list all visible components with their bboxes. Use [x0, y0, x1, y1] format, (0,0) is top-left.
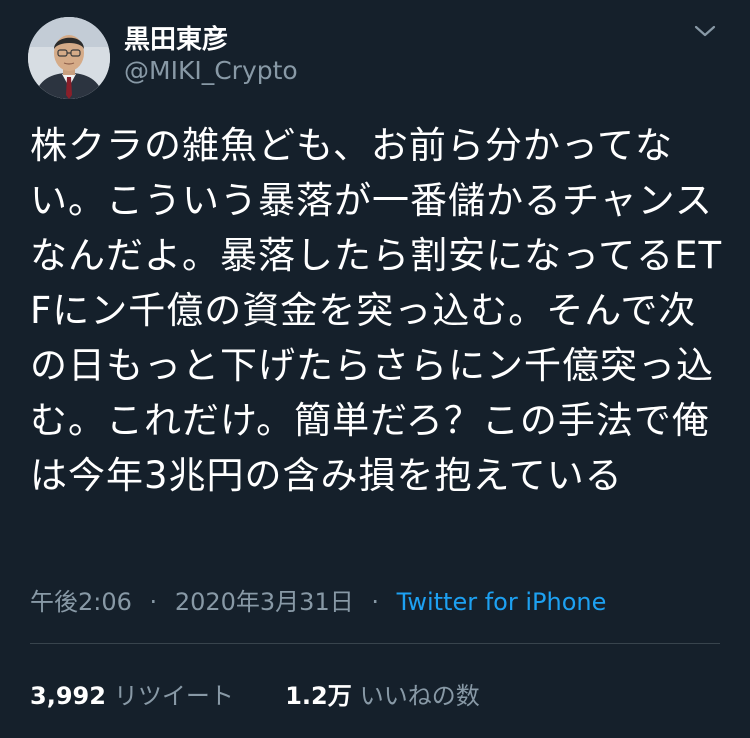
retweets-stat[interactable]: 3,992 リツイート: [30, 682, 242, 710]
tweet-card: 黒田東彦 @MIKI_Crypto 株クラの雑魚ども、お前ら分かってない。こうい…: [0, 0, 750, 738]
tweet-source-link[interactable]: Twitter for iPhone: [397, 588, 607, 616]
tweet-time[interactable]: 午後2:06: [30, 588, 132, 616]
likes-stat[interactable]: 1.2万 いいねの数: [285, 682, 480, 710]
likes-label: いいねの数: [359, 682, 480, 710]
likes-count: 1.2万: [285, 682, 352, 710]
tweet-stats: 3,992 リツイート 1.2万 いいねの数: [30, 676, 480, 711]
avatar-photo: [28, 17, 110, 99]
meta-separator: ·: [149, 588, 158, 616]
meta-separator: ·: [371, 588, 379, 616]
tweet-meta: 午後2:06 · 2020年3月31日 · Twitter for iPhone: [30, 582, 606, 617]
retweets-count: 3,992: [30, 682, 106, 710]
divider: [30, 643, 720, 644]
display-name[interactable]: 黒田東彦: [124, 19, 228, 56]
tweet-menu-button[interactable]: [690, 16, 720, 46]
tweet-text: 株クラの雑魚ども、お前ら分かってない。こういう暴落が一番儲かるチャンスなんだよ。…: [30, 124, 723, 497]
user-handle[interactable]: @MIKI_Crypto: [124, 56, 298, 85]
chevron-down-icon: [694, 25, 716, 37]
retweets-label: リツイート: [113, 682, 234, 710]
avatar[interactable]: [28, 17, 110, 99]
tweet-date[interactable]: 2020年3月31日: [175, 588, 354, 616]
